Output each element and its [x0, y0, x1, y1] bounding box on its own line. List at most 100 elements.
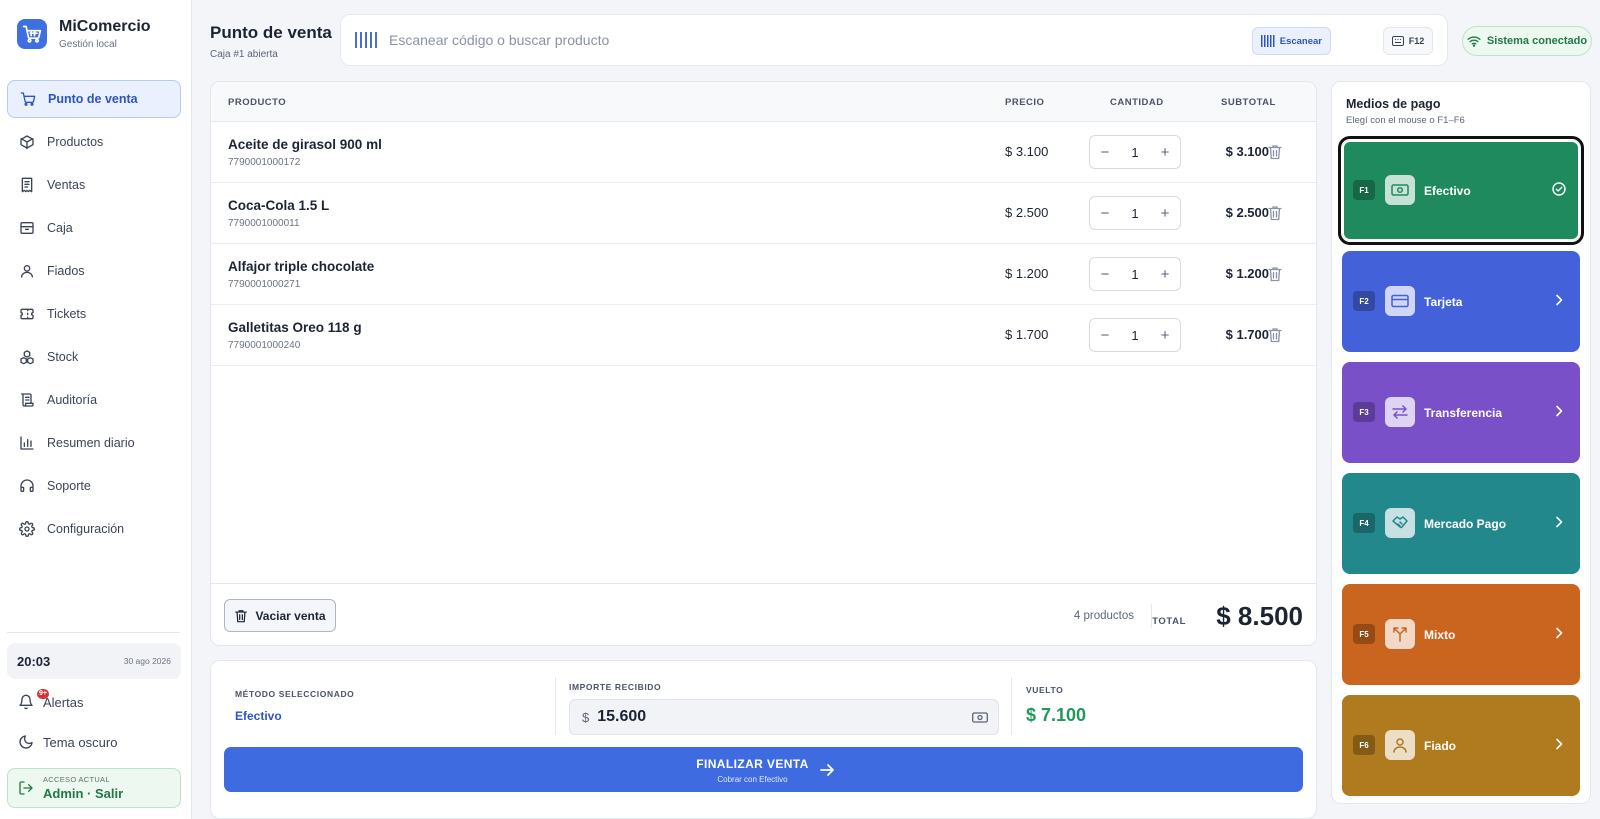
finalize-sale-label: FINALIZAR VENTA [696, 757, 809, 771]
product-price: $ 2.500 [1005, 205, 1049, 220]
product-price: $ 1.700 [1005, 327, 1049, 342]
chevron-right-icon [1556, 405, 1563, 417]
alerts-label: Alertas [43, 694, 84, 710]
sidebar-item-soporte[interactable]: Soporte [7, 467, 181, 505]
cash-drawer-icon [20, 222, 34, 234]
access-logout-button[interactable]: ACCESO ACTUAL Admin · Salir [7, 768, 181, 808]
decrease-button[interactable]: − [1098, 266, 1112, 283]
payment-method-fiado[interactable]: F6 Fiado [1342, 695, 1580, 796]
quantity-value[interactable]: 1 [1131, 145, 1138, 160]
product-price: $ 1.200 [1005, 266, 1049, 281]
gear-icon [19, 521, 35, 537]
brand-name: MiComercio [59, 18, 151, 35]
trash-icon[interactable] [1268, 205, 1282, 221]
items-count: 4 productos [1073, 610, 1134, 622]
change-value: $ 7.100 [1026, 705, 1087, 725]
split-icon [1385, 619, 1415, 649]
payment-method-label: Transferencia [1424, 406, 1503, 420]
payment-method-efectivo[interactable]: F1 Efectivo [1338, 136, 1584, 245]
finalize-sale-sublabel: Cobrar con Efectivo [717, 775, 788, 784]
sidebar-item-tickets[interactable]: Tickets [7, 295, 181, 333]
decrease-button[interactable]: − [1098, 327, 1112, 344]
sidebar-item-fiados[interactable]: Fiados [7, 252, 181, 290]
trash-icon[interactable] [1268, 144, 1282, 160]
column-product: PRODUCTO [228, 97, 287, 108]
sidebar-item-resumen-diario[interactable]: Resumen diario [7, 424, 181, 462]
product-name: Galletitas Oreo 118 g [228, 320, 362, 335]
payment-method-tarjeta[interactable]: F2 Tarjeta [1342, 251, 1580, 352]
payment-method-mixto[interactable]: F5 Mixto [1342, 584, 1580, 685]
total-value: $ 8.500 [1216, 601, 1303, 631]
quantity-value[interactable]: 1 [1131, 206, 1138, 221]
page-subtitle: Caja #1 abierta [210, 49, 278, 60]
quantity-value[interactable]: 1 [1131, 328, 1138, 343]
product-code: 7790001000271 [228, 279, 301, 290]
brand: MiComercio Gestión local [17, 18, 151, 50]
increase-button[interactable]: + [1158, 205, 1172, 222]
cart-logo-icon [17, 19, 47, 49]
currency-symbol: $ [582, 709, 590, 725]
checkout-divider [1011, 677, 1012, 735]
sidebar-item-auditoria[interactable]: Auditoría [7, 381, 181, 419]
payment-method-transferencia[interactable]: F3 Transferencia [1342, 362, 1580, 463]
quantity-stepper: − 1 + [1089, 318, 1181, 352]
clock-time: 20:03 [17, 653, 51, 669]
dark-theme-toggle[interactable]: Tema oscuro [18, 734, 117, 750]
headset-icon [20, 479, 34, 492]
sidebar-item-caja[interactable]: Caja [7, 209, 181, 247]
search-input[interactable] [389, 32, 1249, 48]
cart-footer: Vaciar venta 4 productos TOTAL $ 8.500 [211, 583, 1316, 645]
trash-icon[interactable] [1268, 327, 1282, 343]
amount-received-field: $ [569, 699, 999, 735]
moon-icon [19, 735, 33, 749]
sidebar-item-ventas[interactable]: Ventas [7, 166, 181, 204]
sidebar-item-productos[interactable]: Productos [7, 123, 181, 161]
trash-icon[interactable] [1268, 266, 1282, 282]
sidebar-nav: Punto de venta Productos Ventas Caja Fia… [7, 80, 181, 553]
sidebar-item-label: Fiados [47, 264, 85, 278]
boxes-icon [20, 350, 34, 365]
barcode-icon [1260, 35, 1275, 47]
payment-method-label: Mixto [1424, 628, 1456, 642]
payment-method-label: Efectivo [1424, 184, 1471, 198]
product-name: Alfajor triple chocolate [228, 259, 375, 274]
table-row: Coca-Cola 1.5 L 7790001000011 $ 2.500 − … [211, 183, 1316, 244]
product-code: 7790001000240 [228, 340, 301, 351]
quantity-stepper: − 1 + [1089, 196, 1181, 230]
scan-button[interactable]: Escanear [1251, 27, 1331, 55]
quantity-value[interactable]: 1 [1131, 267, 1138, 282]
wifi-icon [1467, 36, 1481, 47]
brand-subtitle: Gestión local [59, 39, 117, 50]
column-price: PRECIO [1005, 97, 1045, 108]
product-code: 7790001000011 [228, 218, 300, 229]
dark-theme-label: Tema oscuro [43, 734, 118, 750]
access-label: ACCESO ACTUAL [43, 775, 110, 784]
sidebar-item-stock[interactable]: Stock [7, 338, 181, 376]
sidebar-item-label: Soporte [47, 479, 91, 493]
finalize-sale-button[interactable]: FINALIZAR VENTA Cobrar con Efectivo [224, 747, 1303, 792]
amount-received-label: IMPORTE RECIBIDO [569, 682, 662, 692]
credit-card-icon [1385, 286, 1415, 316]
increase-button[interactable]: + [1158, 327, 1172, 344]
alerts-button[interactable]: 9+ Alertas [18, 689, 84, 710]
amount-received-input[interactable] [597, 708, 958, 726]
shortcut-key: F5 [1353, 624, 1375, 644]
clear-sale-button[interactable]: Vaciar venta [224, 599, 336, 632]
payment-methods-panel: Medios de pago Elegí con el mouse o F1–F… [1331, 81, 1591, 804]
payment-method-mercado-pago[interactable]: F4 Mercado Pago [1342, 473, 1580, 574]
sidebar-item-punto-de-venta[interactable]: Punto de venta [7, 80, 181, 118]
increase-button[interactable]: + [1158, 266, 1172, 283]
chevron-right-icon [1556, 738, 1563, 750]
table-row: Aceite de girasol 900 ml 7790001000172 $… [211, 122, 1316, 183]
search-bar: Escanear F12 [340, 14, 1448, 66]
product-subtotal: $ 3.100 [1225, 144, 1269, 159]
decrease-button[interactable]: − [1098, 205, 1112, 222]
increase-button[interactable]: + [1158, 144, 1172, 161]
payment-method-label: Mercado Pago [1424, 517, 1507, 531]
checkout-panel: MÉTODO SELECCIONADO Efectivo IMPORTE REC… [210, 660, 1317, 819]
decrease-button[interactable]: − [1098, 144, 1112, 161]
selected-method-label: MÉTODO SELECCIONADO [235, 689, 355, 699]
sidebar-item-configuracion[interactable]: Configuración [7, 510, 181, 548]
cash-icon [972, 712, 988, 723]
keyboard-shortcut-button[interactable]: F12 [1383, 27, 1433, 55]
